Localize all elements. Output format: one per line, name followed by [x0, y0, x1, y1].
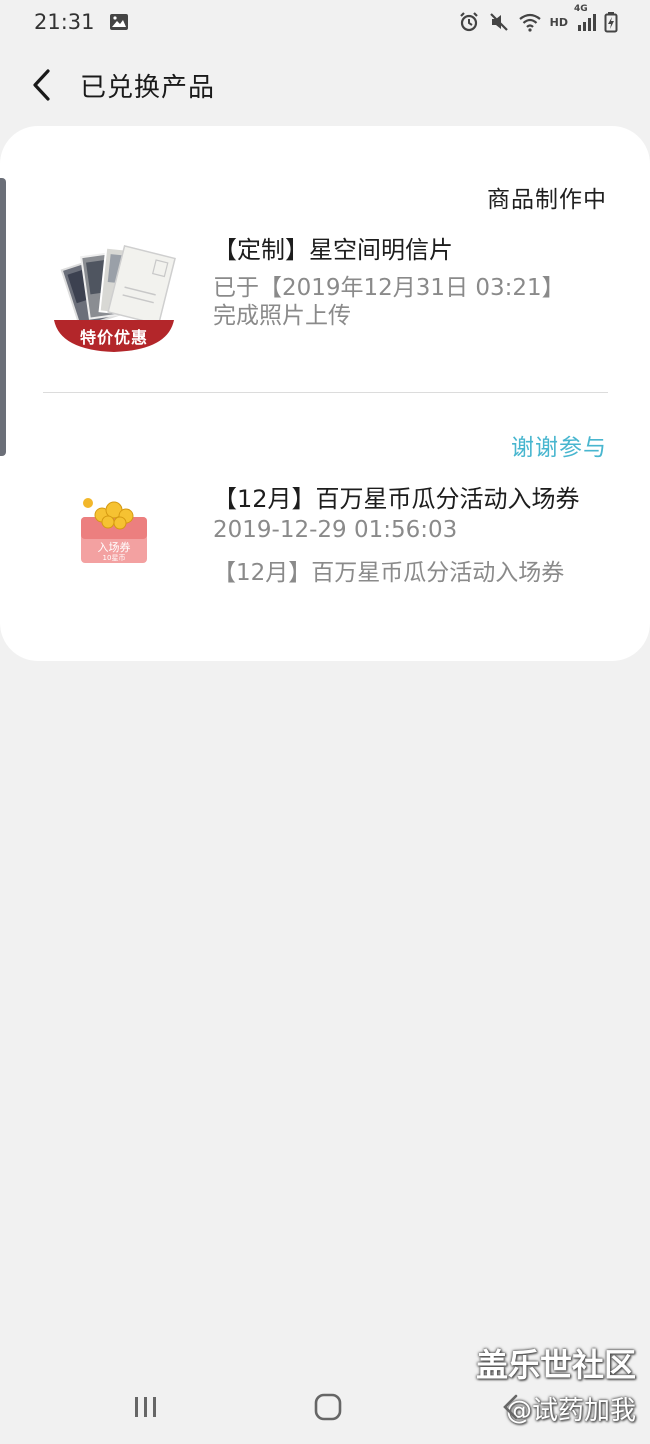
status-time: 21:31 — [34, 10, 95, 34]
item-title: 【12月】百万星币瓜分活动入场券 — [213, 485, 580, 513]
alarm-icon — [458, 11, 480, 33]
wifi-icon — [518, 12, 542, 32]
item-status: 谢谢参与 — [511, 435, 607, 461]
item-status: 商品制作中 — [487, 187, 607, 213]
product-item-ticket[interactable]: 谢谢参与 入场券 10星币 【12月】百万星币瓜分活动入场券 2019-12-2… — [0, 393, 650, 643]
ticket-sub-label: 10星币 — [102, 554, 126, 562]
system-nav-bar — [0, 1380, 650, 1444]
hd-label: HD — [549, 15, 568, 29]
page-title: 已兑换产品 — [80, 72, 216, 103]
item-timestamp: 2019-12-29 01:56:03 — [213, 517, 458, 543]
battery-charging-icon — [604, 11, 618, 33]
item-title: 【定制】星空间明信片 — [213, 236, 453, 264]
signal-icon: 4G — [574, 4, 596, 32]
recent-apps-button[interactable] — [126, 1392, 166, 1426]
mute-icon — [488, 11, 510, 33]
home-icon — [314, 1393, 342, 1421]
app-header: 已兑换产品 — [0, 55, 650, 115]
back-nav-icon — [503, 1394, 518, 1420]
status-bar: 21:31 HD 4G — [0, 0, 650, 44]
postcard-thumbnail: 特价优惠 — [52, 242, 176, 354]
status-left: 21:31 — [34, 10, 129, 34]
product-item-postcard[interactable]: 商品制作中 特价优惠 【定制】星空间明信片 已于【2019年12月31日 03:… — [0, 126, 650, 392]
chevron-left-icon — [33, 69, 50, 101]
back-nav-button[interactable] — [492, 1392, 532, 1426]
signal-4g-label: 4G — [574, 4, 588, 14]
home-button[interactable] — [308, 1392, 348, 1426]
ticket-thumbnail: 入场券 10星币 — [78, 495, 150, 565]
item-description: 【12月】百万星币瓜分活动入场券 — [213, 560, 565, 586]
recent-apps-icon — [135, 1397, 156, 1417]
item-upload-status: 完成照片上传 — [213, 303, 351, 329]
back-button[interactable] — [12, 55, 72, 115]
gallery-icon — [109, 13, 129, 31]
discount-badge: 特价优惠 — [79, 328, 148, 347]
status-right: HD 4G — [458, 4, 618, 33]
